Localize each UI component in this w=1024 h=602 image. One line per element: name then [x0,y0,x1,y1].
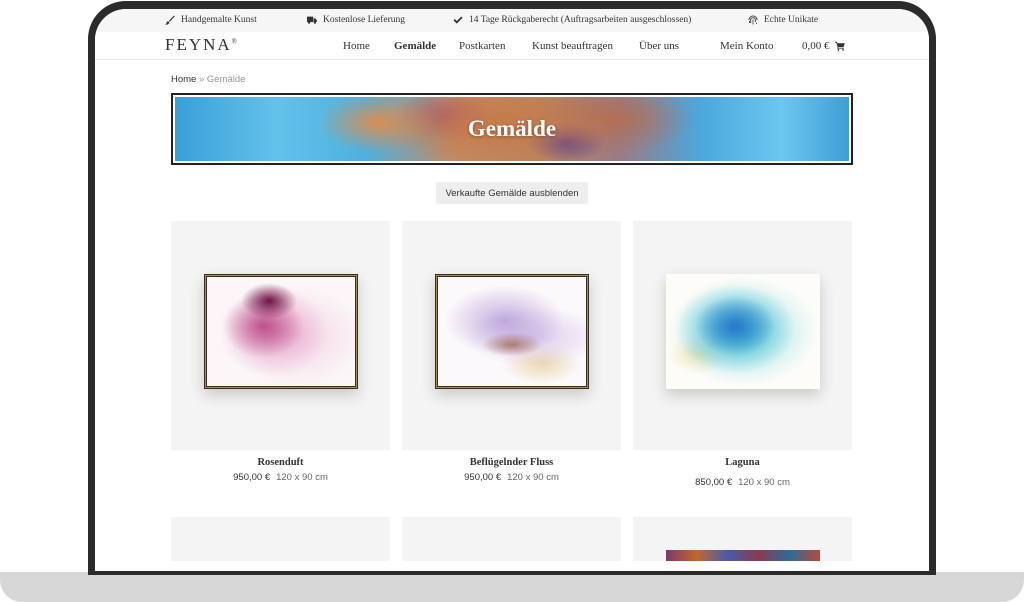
banner-image: Gemälde [175,97,849,161]
product-image[interactable] [633,517,852,561]
laptop-base [0,572,1024,602]
site-logo[interactable]: FEYNA® [165,35,237,55]
breadcrumb: Home » Gemälde [171,74,245,85]
usp-unique: Echte Unikate [748,15,818,25]
breadcrumb-separator: » [198,74,205,85]
site-header: FEYNA® Home Gemälde Postkarten Kunst bea… [95,32,929,60]
usp-return: 14 Tage Rückgaberecht (Auftragsarbeiten … [453,15,691,25]
usp-label: 14 Tage Rückgaberecht (Auftragsarbeiten … [469,15,692,25]
usp-label: Echte Unikate [764,15,819,25]
product-title[interactable]: Beflügelnder Fluss [402,457,621,468]
nav-gemaelde[interactable]: Gemälde [394,40,436,52]
painting-thumbnail [666,274,820,389]
product-price: 950,00 € [233,472,271,483]
product-meta: 850,00 € 120 x 90 cm [633,477,852,488]
painting-thumbnail [435,274,589,389]
nav-mein-konto[interactable]: Mein Konto [720,40,773,52]
product-image[interactable] [402,517,621,561]
product-title[interactable]: Laguna [633,457,852,468]
cart-icon [834,41,845,51]
usp-bar: Handgemalte Kunst Kostenlose Lieferung 1… [95,9,929,32]
page-title: Gemälde [467,116,557,141]
painting-thumbnail [204,274,358,389]
usp-handpainted: Handgemalte Kunst [165,15,257,25]
product-image-rosenduft[interactable] [171,221,390,450]
product-title[interactable]: Rosenduft [171,457,390,468]
hide-sold-paintings-button[interactable]: Verkaufte Gemälde ausblenden [436,182,588,204]
usp-delivery: Kostenlose Lieferung [307,15,405,25]
check-icon [453,16,463,24]
product-meta: 950,00 € 120 x 90 cm [171,472,390,483]
usp-label: Handgemalte Kunst [181,15,257,25]
product-image-befluegelnder-fluss[interactable] [402,221,621,450]
fingerprint-icon [748,15,758,25]
product-image-laguna[interactable] [633,221,852,450]
nav-kunst-beauftragen[interactable]: Kunst beauftragen [532,40,613,52]
product-dimensions: 120 x 90 cm [507,472,559,483]
brush-icon [165,15,175,25]
breadcrumb-home[interactable]: Home [171,74,196,85]
category-banner: Gemälde [171,93,853,165]
nav-ueber-uns[interactable]: Über uns [639,40,679,52]
logo-registered-mark: ® [231,37,237,46]
product-dimensions: 120 x 90 cm [276,472,328,483]
product-price: 850,00 € [695,477,733,488]
product-dimensions: 120 x 90 cm [738,477,790,488]
logo-text: FEYNA [165,35,232,54]
browser-screen: Handgemalte Kunst Kostenlose Lieferung 1… [95,9,929,571]
nav-home[interactable]: Home [343,40,370,52]
nav-postkarten[interactable]: Postkarten [459,40,505,52]
product-image[interactable] [171,517,390,561]
cart-button[interactable]: 0,00 € [802,40,845,52]
truck-icon [307,16,317,24]
painting-thumbnail [666,550,820,561]
product-meta: 950,00 € 120 x 90 cm [402,472,621,483]
cart-total: 0,00 € [802,40,830,52]
breadcrumb-current: Gemälde [206,74,246,85]
product-price: 950,00 € [464,472,502,483]
usp-label: Kostenlose Lieferung [323,15,406,25]
